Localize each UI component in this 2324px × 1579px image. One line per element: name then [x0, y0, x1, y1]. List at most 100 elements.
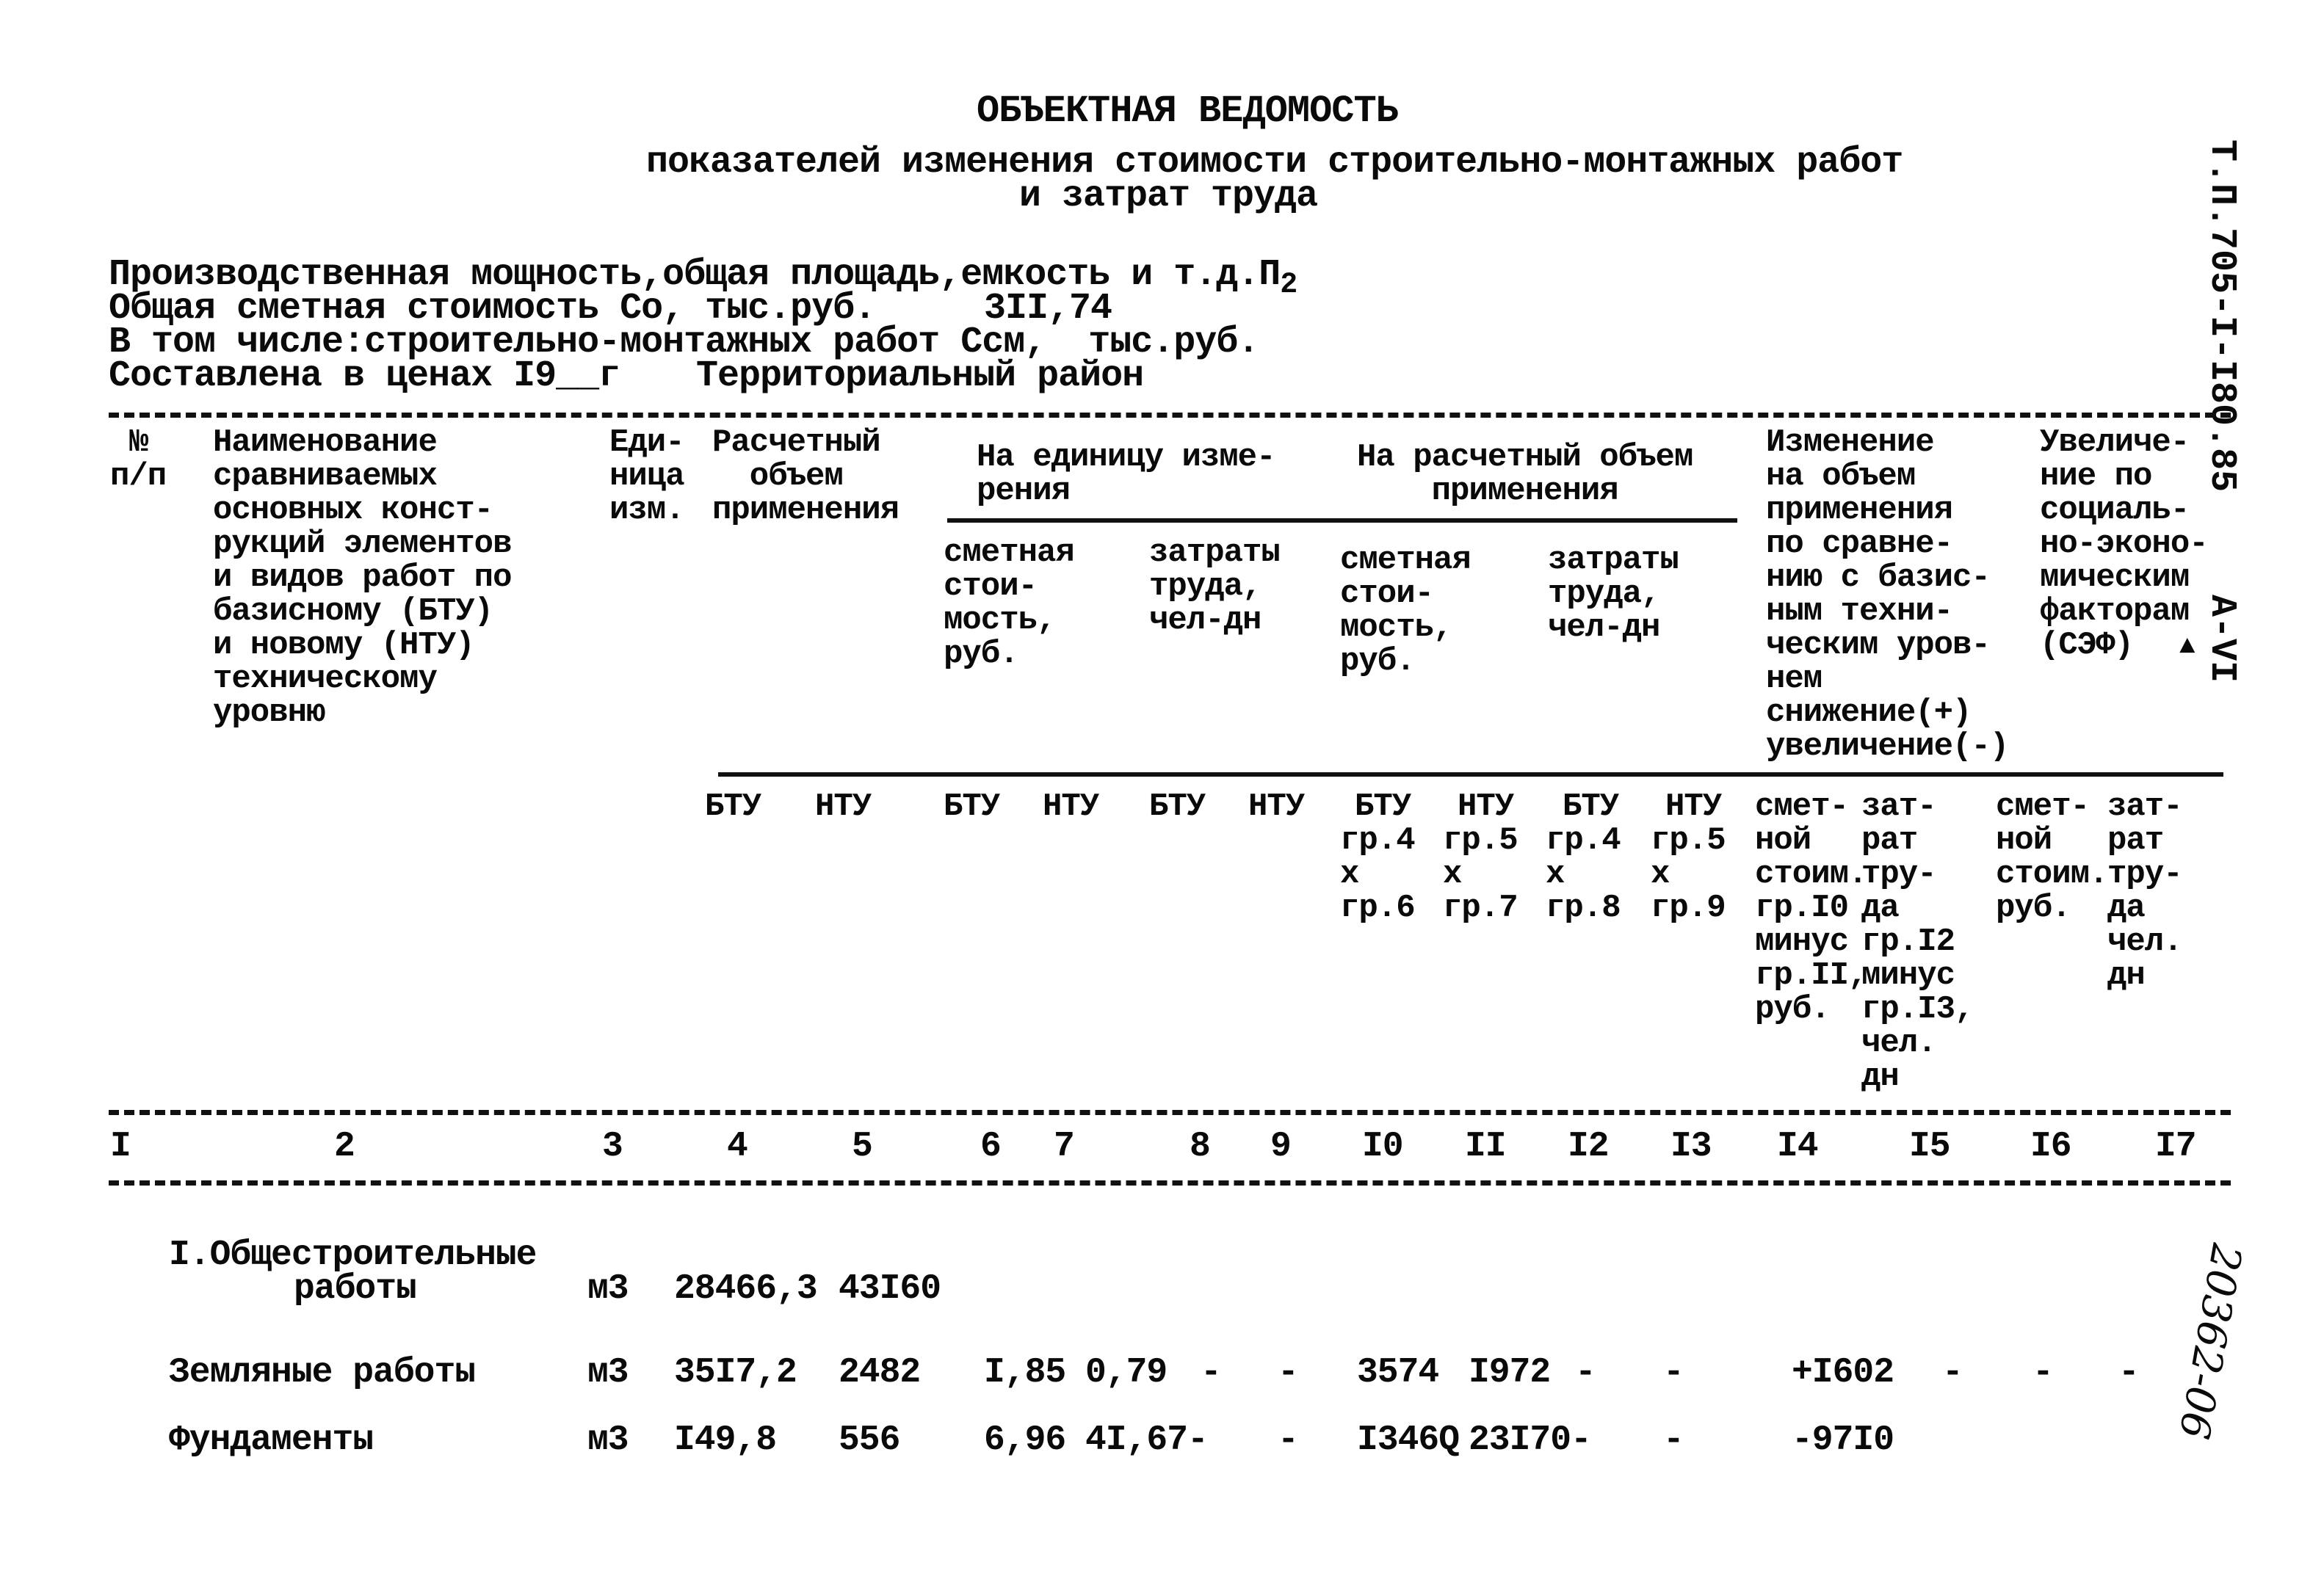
- handwritten-number: 20362-06: [2169, 1240, 2251, 1443]
- row-c6: 6,96: [984, 1420, 1066, 1460]
- header-per-unit-line1: На единицу изме-: [977, 439, 1275, 476]
- ntu-label: НТУ: [1248, 788, 1305, 825]
- header-num-line2: п/п: [110, 458, 167, 495]
- info-capacity-subscript: 2: [1280, 269, 1297, 302]
- btu-label: БТУ: [1355, 788, 1411, 825]
- header-change-line: увеличение(-): [1766, 728, 2009, 765]
- header-col-14: гр.I0: [1755, 890, 1849, 926]
- header-name-line: основных конст-: [213, 492, 493, 529]
- column-number: I0: [1362, 1127, 1404, 1166]
- row-c13: -: [1663, 1420, 1684, 1460]
- header-volume-labor-line: чел-дн: [1548, 609, 1660, 646]
- row-c16: -: [2032, 1353, 2054, 1393]
- info-territorial-region: Территориальный район: [696, 355, 1144, 397]
- header-volume-cost-line: мость,: [1340, 609, 1452, 646]
- header-col-15: минус: [1861, 957, 1955, 994]
- header-col-17: дн: [2107, 957, 2146, 994]
- header-col-14: ной: [1755, 822, 1811, 859]
- column-number: I7: [2155, 1127, 2197, 1166]
- ntu-label: НТУ: [815, 788, 872, 825]
- header-social-line: (СЭФ): [2040, 627, 2134, 664]
- header-volume-line: применения: [712, 492, 899, 529]
- header-social-line: факторам: [2040, 593, 2190, 630]
- row-c7: 0,79: [1085, 1353, 1168, 1393]
- header-change-line: Изменение: [1766, 424, 1935, 461]
- header-volume-cost-line: руб.: [1340, 643, 1416, 680]
- header-unit-cost-line: руб.: [944, 636, 1019, 672]
- header-social-line: социаль-: [2040, 492, 2190, 529]
- column-number: I5: [1909, 1127, 1951, 1166]
- ntu-label: НТУ: [1665, 788, 1722, 825]
- header-per-volume-line1: На расчетный объем: [1357, 439, 1693, 476]
- header-name-line: Наименование: [213, 424, 438, 461]
- group-header-rule: [947, 518, 1737, 523]
- header-per-unit-line2: рения: [977, 473, 1071, 509]
- header-unit-cost-line: стои-: [944, 568, 1038, 605]
- header-name-line: и новому (НТУ): [213, 627, 475, 664]
- row-col5: 43I60: [839, 1269, 941, 1309]
- row-c14: -97I0: [1792, 1420, 1894, 1460]
- row-c4: I49,8: [674, 1420, 777, 1460]
- row-c11: 23I70-: [1469, 1420, 1592, 1460]
- header-name-line: сравниваемых: [213, 458, 438, 495]
- column-number: I: [110, 1127, 131, 1166]
- header-change-line: снижение(+): [1766, 694, 1972, 731]
- row-name: Земляные работы: [169, 1353, 476, 1393]
- column-number: 4: [727, 1127, 748, 1166]
- btu-label: БТУ: [1149, 788, 1206, 825]
- header-per-volume-line2: применения: [1357, 473, 1619, 509]
- formula-10: гр.6: [1340, 890, 1416, 926]
- row-c8: -: [1201, 1353, 1222, 1393]
- header-name-line: уровню: [213, 694, 325, 731]
- header-change-line: по сравне-: [1766, 526, 1953, 562]
- formula-10: гр.4: [1340, 822, 1416, 859]
- column-number: I4: [1777, 1127, 1819, 1166]
- formula-13: гр.5: [1651, 822, 1726, 859]
- header-col-16: стоим.: [1996, 856, 2108, 893]
- column-number: 8: [1190, 1127, 1211, 1166]
- header-col-16: смет-: [1996, 788, 2090, 825]
- header-col-17: зат-: [2107, 788, 2183, 825]
- btu-label: БТУ: [705, 788, 761, 825]
- side-code: Т.П.705-I-I80.85: [2201, 139, 2242, 493]
- column-number: 3: [602, 1127, 623, 1166]
- row-c5: 556: [839, 1420, 900, 1460]
- formula-13: гр.9: [1651, 890, 1726, 926]
- column-number: 6: [980, 1127, 1002, 1166]
- header-volume-cost-line: сметная: [1340, 542, 1471, 578]
- formula-11: гр.5: [1443, 822, 1518, 859]
- row-col4: 28466,3: [674, 1269, 818, 1309]
- header-social-line: Увеличе-: [2040, 424, 2190, 461]
- header-change-line: ным техни-: [1766, 593, 1953, 630]
- row-c12: -: [1575, 1353, 1596, 1393]
- header-col-15: зат-: [1861, 788, 1937, 825]
- row-c13: -: [1663, 1353, 1684, 1393]
- column-number: 9: [1270, 1127, 1292, 1166]
- row-c10: 3574: [1357, 1353, 1439, 1393]
- column-number: 5: [852, 1127, 873, 1166]
- row-unit: м3: [587, 1420, 629, 1460]
- header-name-line: базисному (БТУ): [213, 593, 493, 630]
- header-col-17: рат: [2107, 822, 2164, 859]
- document-title: ОБЪЕКТНАЯ ВЕДОМОСТЬ: [977, 90, 1399, 133]
- header-col-15: тру-: [1861, 856, 1937, 893]
- header-volume-labor-line: затраты: [1548, 542, 1679, 578]
- column-number: I3: [1670, 1127, 1712, 1166]
- row-c6: I,85: [984, 1353, 1066, 1393]
- row-c9: -: [1278, 1353, 1299, 1393]
- header-col-14: гр.II,: [1755, 957, 1867, 994]
- header-volume-line: Расчетный: [712, 424, 881, 461]
- header-social-line: но-эконо-: [2040, 526, 2209, 562]
- header-volume-cost-line: стои-: [1340, 576, 1434, 612]
- column-number: 7: [1054, 1127, 1075, 1166]
- btu-label: БТУ: [944, 788, 1000, 825]
- arrow-mark-icon: ▲: [2179, 631, 2196, 661]
- header-num-line1: №: [129, 424, 148, 461]
- header-unit-line: изм.: [609, 492, 685, 529]
- formula-11: гр.7: [1443, 890, 1518, 926]
- header-unit-cost-line: сметная: [944, 534, 1075, 571]
- header-unit-labor-line: труда,: [1149, 568, 1261, 605]
- side-album: А-VI: [2201, 595, 2242, 683]
- header-col-17: да: [2107, 890, 2146, 926]
- header-bottom-rule: [718, 772, 2223, 777]
